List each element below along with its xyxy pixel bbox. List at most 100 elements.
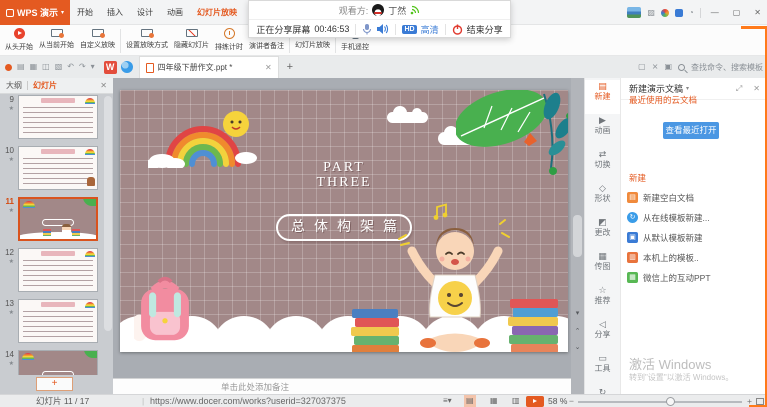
reading-view-icon[interactable]: ▥ (510, 395, 522, 407)
notes-toggle-icon[interactable]: ≡▾ (441, 395, 454, 407)
boy-with-books-illustration (350, 213, 560, 352)
expand-pane-icon[interactable]: ⤢ (736, 84, 742, 94)
preview-icon[interactable]: ▧ (55, 63, 63, 71)
wechat-ppt-item[interactable]: ▦ 微信上的互动PPT (627, 270, 765, 285)
zoom-slider-knob[interactable] (666, 397, 675, 406)
print-icon[interactable]: ◫ (42, 63, 50, 71)
sidebar-item-animation[interactable]: ▶动画 (585, 114, 620, 148)
setup-show-button[interactable]: 设置放映方式 (123, 28, 171, 50)
notes-input[interactable]: 单击此处添加备注 (113, 378, 571, 394)
slide-thumbnail-10[interactable]: 10★ (0, 146, 113, 190)
sidebar-item-tools[interactable]: ▭工具 (585, 352, 620, 386)
close-button[interactable]: ✕ (750, 0, 765, 25)
slide-thumbnail-panel: 大纲 幻灯片 ✕ 9★ 10★ 11★ 12★ (0, 78, 113, 394)
chevron-down-icon[interactable]: ▾ (686, 85, 689, 92)
thumbnail-scrollbar[interactable] (104, 96, 112, 331)
sidebar-item-recommend[interactable]: ☆推荐 (585, 284, 620, 318)
titlebar-right-icons: ▨ ◔ — ▢ ✕ (627, 0, 765, 25)
end-share-button[interactable]: 结束分享 (467, 23, 503, 36)
slide-thumbnail-11-selected[interactable]: 11★ (0, 197, 113, 241)
play-slideshow-button[interactable] (526, 396, 544, 407)
local-template-item[interactable]: ▥ 本机上的模板.. (627, 250, 765, 265)
animation-star-icon: ★ (0, 105, 14, 113)
cloud-icon (387, 112, 428, 123)
chevron-down-icon[interactable]: ▾ (91, 63, 95, 71)
window-icon[interactable]: ▢ (638, 63, 646, 71)
slide-thumbnail-13[interactable]: 13★ (0, 299, 113, 343)
tab-outline[interactable]: 大纲 (6, 80, 22, 91)
zoom-slider-track[interactable] (578, 401, 742, 403)
slide-thumbnail-9[interactable]: 9★ (0, 95, 113, 139)
canvas-scrollbar[interactable]: ▾ ⌃ ⌄ (571, 78, 584, 394)
next-slide-icon[interactable]: ⌄ (571, 344, 584, 352)
document-tab[interactable]: 四年级下册作文.ppt * ✕ (139, 56, 279, 78)
settings-icon[interactable]: ◔ (689, 9, 694, 17)
wps-quick-icon[interactable] (5, 64, 12, 71)
online-template-item[interactable]: ↻ 从在线模板新建... (627, 210, 765, 225)
sidebar-item-upload-image[interactable]: ▦传图 (585, 250, 620, 284)
power-icon (452, 24, 463, 35)
output-icon[interactable]: ▦ (30, 63, 38, 71)
divider: | (142, 395, 144, 407)
skin-icon[interactable]: ▨ (647, 9, 655, 17)
new-tab-button[interactable]: + (287, 61, 293, 73)
play-from-current-button[interactable]: 从当前开始 (36, 28, 77, 50)
default-template-item[interactable]: ▣ 从默认模板新建 (627, 230, 765, 245)
menu-tab-slideshow[interactable]: 幻灯片放映 (190, 0, 244, 25)
undo-icon[interactable]: ↶ (67, 63, 74, 71)
menu-tab-insert[interactable]: 插入 (100, 0, 130, 25)
tab-slides[interactable]: 幻灯片 (33, 80, 57, 91)
sidebar-item-transition[interactable]: ⇄切换 (585, 148, 620, 182)
rehearse-timings-button[interactable]: 排练计时 (212, 28, 246, 52)
close-tab-icon[interactable]: ✕ (265, 63, 272, 72)
new-blank-doc-item[interactable]: ▤ 新建空白文档 (627, 190, 765, 205)
scroll-down-icon[interactable]: ▾ (571, 310, 584, 318)
slide-sorter-view-icon[interactable]: ▦ (488, 395, 500, 407)
member-orb-icon[interactable] (661, 9, 669, 17)
sidebar-item-edit[interactable]: ◩更改 (585, 216, 620, 250)
cloud-sync-icon[interactable] (675, 9, 683, 17)
custom-slideshow-button[interactable]: 自定义放映 (77, 28, 118, 50)
minimize-button[interactable]: — (707, 0, 723, 25)
menu-tab-design[interactable]: 设计 (130, 0, 160, 25)
part-three-heading[interactable]: PART THREE (316, 160, 371, 190)
panel-icon[interactable]: ▣ (664, 63, 672, 71)
menu-tab-home[interactable]: 开始 (70, 0, 100, 25)
divider (27, 81, 28, 90)
command-search-input[interactable]: 查找命令、搜索模板 (691, 62, 763, 73)
sidebar-item-shapes[interactable]: ◇形状 (585, 182, 620, 216)
sidebar-item-share[interactable]: ◁分享 (585, 318, 620, 352)
chevron-down-icon: ▾ (61, 9, 64, 16)
ppt-file-icon (146, 63, 154, 73)
microphone-icon[interactable] (362, 23, 372, 35)
current-slide[interactable]: PART THREE 总体构架篇 (120, 90, 568, 352)
share-icon: ◁ (585, 318, 620, 330)
docer-globe-icon[interactable] (121, 61, 133, 73)
wps-app-menu[interactable]: WPS 演示 ▾ (0, 0, 70, 25)
maximize-button[interactable]: ▢ (729, 0, 745, 25)
hd-quality-label[interactable]: 高清 (421, 23, 439, 36)
normal-view-icon[interactable]: ▤ (464, 395, 476, 407)
user-avatar[interactable] (627, 7, 641, 18)
redo-icon[interactable]: ↷ (79, 63, 86, 71)
online-template-icon: ↻ (627, 212, 638, 223)
zoom-out-button[interactable]: − (569, 395, 574, 407)
previous-slide-icon[interactable]: ⌃ (571, 328, 584, 336)
sidebar-item-new[interactable]: ▤新建 (585, 80, 620, 114)
close-panel-icon[interactable]: ✕ (100, 81, 107, 90)
hide-slide-button[interactable]: 隐藏幻灯片 (171, 28, 212, 50)
scrollbar-handle[interactable] (573, 215, 582, 257)
close-pane-icon[interactable]: ✕ (753, 84, 760, 93)
view-recent-button[interactable]: 查看最近打开 (663, 122, 719, 139)
add-slide-button[interactable]: + (36, 377, 73, 391)
slide-thumbnail-14[interactable]: 14★ (0, 350, 113, 375)
wps-home-icon[interactable]: W (104, 61, 117, 74)
close-doc-icon[interactable]: ⨯ (652, 63, 659, 71)
play-from-start-button[interactable]: 从头开始 (2, 28, 36, 52)
menu-tab-animation[interactable]: 动画 (160, 0, 190, 25)
thumb-canvas (18, 350, 98, 375)
slide-thumbnail-12[interactable]: 12★ (0, 248, 113, 292)
speaker-icon[interactable] (376, 23, 389, 35)
screen-play-icon (51, 29, 63, 37)
save-icon[interactable]: ▤ (17, 63, 25, 71)
